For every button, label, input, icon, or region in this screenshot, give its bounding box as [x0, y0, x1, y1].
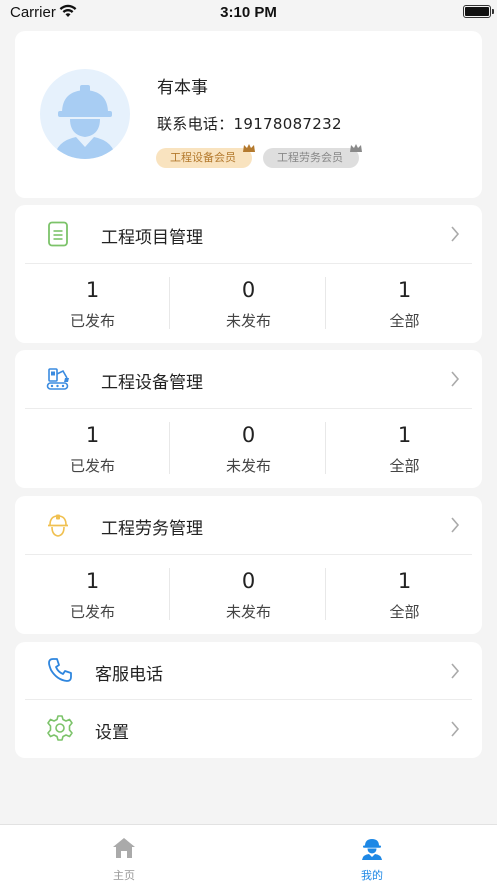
stat-value: 1: [85, 569, 100, 593]
section-title: 工程项目管理: [101, 228, 203, 248]
stats-row: 1 已发布 0 未发布 1 全部: [15, 264, 482, 344]
project-management-card: 工程项目管理 1 已发布 0 未发布 1 全部: [15, 205, 482, 343]
stat-value: 1: [397, 278, 412, 302]
stat-value: 0: [241, 569, 256, 593]
chevron-right-icon: [451, 517, 460, 533]
stat-label: 全部: [389, 603, 420, 621]
chevron-right-icon: [451, 226, 460, 242]
stat-value: 1: [397, 569, 412, 593]
tab-mine[interactable]: 我的: [248, 825, 496, 883]
stat-label: 已发布: [69, 312, 115, 330]
crown-icon: [243, 144, 255, 152]
stats-row: 1 已发布 0 未发布 1 全部: [15, 555, 482, 635]
status-bar: Carrier 3:10 PM: [0, 0, 497, 26]
settings-row[interactable]: 设置: [15, 700, 482, 758]
stat-unpublished[interactable]: 0 未发布: [171, 555, 326, 635]
tab-label: 主页: [113, 869, 135, 882]
user-name: 有本事: [157, 78, 208, 98]
stat-label: 全部: [389, 457, 420, 475]
stat-value: 0: [241, 278, 256, 302]
equipment-member-badge: 工程设备会员: [156, 144, 255, 168]
project-management-header[interactable]: 工程项目管理: [15, 205, 482, 263]
gear-icon: [47, 715, 73, 741]
document-icon: [48, 221, 68, 247]
stat-unpublished[interactable]: 0 未发布: [171, 409, 326, 489]
stat-all[interactable]: 1 全部: [327, 264, 482, 344]
stat-value: 1: [397, 423, 412, 447]
phone-label: 联系电话：: [157, 115, 234, 133]
stat-label: 已发布: [69, 603, 115, 621]
labor-member-label: 工程劳务会员: [277, 151, 343, 164]
equipment-management-header[interactable]: 工程设备管理: [15, 350, 482, 408]
tab-label: 我的: [361, 869, 383, 882]
stat-label: 未发布: [225, 312, 271, 330]
section-title: 工程劳务管理: [101, 519, 203, 539]
worker-icon: [362, 839, 382, 860]
profile-card[interactable]: 有本事 联系电话：19178087232 工程设备会员 工程劳务会员: [15, 31, 482, 198]
clock: 3:10 PM: [220, 4, 277, 21]
stat-value: 1: [85, 423, 100, 447]
chevron-right-icon: [451, 721, 460, 737]
tab-home[interactable]: 主页: [0, 825, 248, 883]
stat-label: 未发布: [225, 457, 271, 475]
battery-icon: [463, 5, 494, 18]
labor-member-badge: 工程劳务会员: [263, 144, 362, 168]
section-title: 工程设备管理: [101, 373, 203, 393]
customer-service-row[interactable]: 客服电话: [15, 642, 482, 700]
labor-management-card: 工程劳务管理 1 已发布 0 未发布 1 全部: [15, 496, 482, 634]
stat-label: 未发布: [225, 603, 271, 621]
stats-row: 1 已发布 0 未发布 1 全部: [15, 409, 482, 489]
menu-label: 客服电话: [95, 665, 163, 685]
equipment-member-label: 工程设备会员: [170, 151, 236, 164]
stat-value: 0: [241, 423, 256, 447]
menu-card: 客服电话 设置: [15, 642, 482, 758]
tab-bar: 主页 我的: [0, 824, 497, 883]
worker-avatar-icon: [54, 85, 116, 159]
stat-label: 已发布: [69, 457, 115, 475]
stat-unpublished[interactable]: 0 未发布: [171, 264, 326, 344]
phone-icon: [48, 658, 72, 682]
phone-row: 联系电话：19178087232: [157, 113, 342, 134]
stat-all[interactable]: 1 全部: [327, 409, 482, 489]
excavator-icon: [46, 368, 69, 390]
stat-published[interactable]: 1 已发布: [15, 264, 170, 344]
avatar[interactable]: [40, 69, 130, 159]
stat-label: 全部: [389, 312, 420, 330]
equipment-management-card: 工程设备管理 1 已发布 0 未发布 1 全部: [15, 350, 482, 488]
helmet-icon: [48, 514, 68, 537]
stat-all[interactable]: 1 全部: [327, 555, 482, 635]
phone-number: 19178087232: [233, 115, 342, 133]
menu-label: 设置: [95, 723, 129, 743]
stat-value: 1: [85, 278, 100, 302]
labor-management-header[interactable]: 工程劳务管理: [15, 496, 482, 554]
chevron-right-icon: [451, 371, 460, 387]
crown-icon: [350, 144, 362, 152]
chevron-right-icon: [451, 663, 460, 679]
stat-published[interactable]: 1 已发布: [15, 409, 170, 489]
home-icon: [113, 838, 135, 858]
stat-published[interactable]: 1 已发布: [15, 555, 170, 635]
